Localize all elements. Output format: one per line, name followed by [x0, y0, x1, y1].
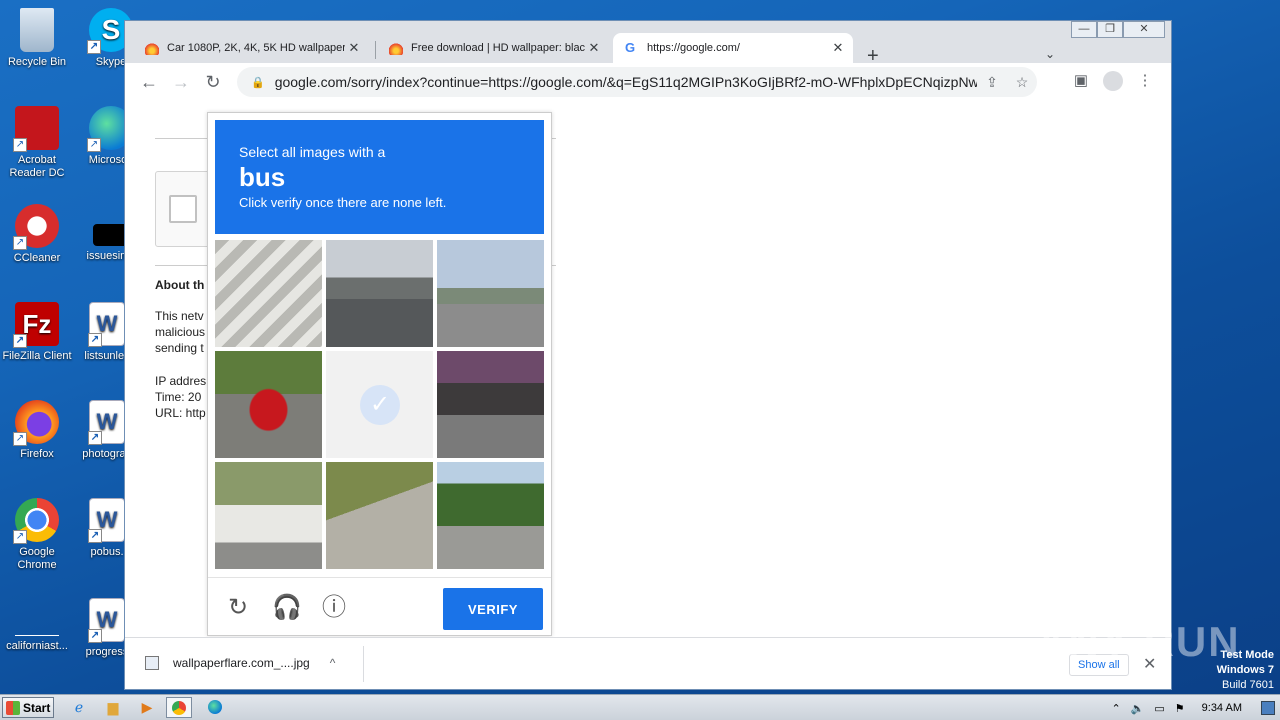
captcha-tile-6[interactable]	[437, 351, 544, 458]
captcha-target: bus	[239, 162, 286, 192]
watermark: ANY RUN	[1036, 618, 1241, 665]
page-info: IP addres Time: 20 URL: http	[155, 374, 207, 420]
recaptcha-checkbox[interactable]	[169, 195, 197, 223]
start-button[interactable]: Start	[2, 697, 54, 718]
tab-free-download[interactable]: Free download | HD wallpaper: black ✕	[377, 33, 609, 63]
captcha-tile-1[interactable]	[215, 240, 322, 347]
desktop-icon-ccleaner[interactable]: ↗ CCleaner	[0, 204, 74, 265]
captcha-challenge: Select all images with a bus Click verif…	[207, 112, 552, 636]
tab-strip: Car 1080P, 2K, 4K, 5K HD wallpaper ✕ Fre…	[125, 31, 1171, 67]
desktop-icon-recycle-bin[interactable]: Recycle Bin	[0, 8, 74, 69]
address-bar[interactable]: 🔒 google.com/sorry/index?continue=https:…	[237, 67, 1037, 97]
browser-toolbar: ← → ↻ 🔒 google.com/sorry/index?continue=…	[125, 63, 1171, 101]
info-icon[interactable]: ⓘ	[320, 594, 348, 622]
close-tab-icon[interactable]: ✕	[345, 40, 363, 56]
download-item[interactable]: wallpaperflare.com_....jpg ^	[145, 656, 335, 670]
forward-button[interactable]: →	[169, 71, 193, 93]
test-mode-notice: Test Mode Windows 7 Build 7601	[1216, 649, 1274, 691]
close-tab-icon[interactable]: ✕	[585, 40, 603, 56]
captcha-tile-5-selected[interactable]: ✓	[326, 351, 433, 458]
system-tray: ⌃ 🔈 ▭ ⚑ 9:34 AM	[1106, 695, 1280, 720]
menu-kebab-icon[interactable]: ⋮	[1133, 71, 1157, 89]
chrome-icon: ↗	[13, 498, 59, 544]
page-paragraph: This netv malicious sending t	[155, 309, 206, 355]
verify-button[interactable]: VERIFY	[443, 588, 543, 630]
taskbar-ie-icon[interactable]: ℯ	[66, 697, 92, 718]
bookmark-star-icon[interactable]: ☆	[1007, 74, 1037, 91]
ccleaner-icon: ↗	[13, 204, 59, 250]
network-icon[interactable]: ▭	[1154, 702, 1164, 715]
chevron-up-icon[interactable]: ^	[330, 656, 336, 670]
word-doc-icon: W ↗	[88, 498, 125, 543]
volume-icon[interactable]: 🔈	[1131, 702, 1145, 715]
about-heading: About th	[155, 278, 205, 292]
share-icon[interactable]: ⇪	[977, 74, 1007, 91]
profile-avatar-icon[interactable]	[1101, 71, 1125, 95]
download-bar: wallpaperflare.com_....jpg ^ Show all ✕	[125, 637, 1171, 689]
word-doc-icon: W ↗	[88, 598, 125, 643]
action-center-flag-icon[interactable]: ⚑	[1175, 702, 1185, 715]
lock-icon: 🔒	[251, 76, 265, 89]
fire-icon	[145, 41, 159, 55]
reload-button[interactable]: ↻	[201, 71, 225, 93]
taskbar-media-player-icon[interactable]: ▶	[134, 697, 160, 718]
captcha-header: Select all images with a bus Click verif…	[215, 120, 544, 234]
taskbar-edge-icon[interactable]	[202, 697, 228, 718]
captcha-tile-9[interactable]	[437, 462, 544, 569]
google-icon: G	[625, 40, 636, 55]
firefox-icon: ↗	[13, 400, 59, 446]
captcha-tile-7[interactable]	[215, 462, 322, 569]
image-file-icon	[145, 656, 159, 670]
taskbar-explorer-icon[interactable]: ▆	[100, 697, 126, 718]
back-button[interactable]: ←	[137, 71, 161, 93]
page-content: About th This netv malicious sending t I…	[125, 101, 1171, 637]
recycle-bin-icon	[20, 8, 54, 52]
captcha-image-grid: ✓	[215, 240, 546, 571]
captcha-tile-3[interactable]	[437, 240, 544, 347]
close-tab-icon[interactable]: ✕	[829, 40, 847, 56]
captcha-tile-8[interactable]	[326, 462, 433, 569]
captcha-tile-4[interactable]	[215, 351, 322, 458]
fire-icon	[389, 41, 403, 55]
reload-challenge-icon[interactable]: ↻	[224, 594, 252, 622]
browser-window: — ❐ ✕ Car 1080P, 2K, 4K, 5K HD wallpaper…	[124, 20, 1172, 690]
desktop-icon-chrome[interactable]: ↗ Google Chrome	[0, 498, 74, 572]
show-desktop-button[interactable]	[1261, 701, 1275, 715]
taskbar-chrome-icon[interactable]	[166, 697, 192, 718]
tab-google[interactable]: G https://google.com/ ✕	[613, 33, 853, 63]
recaptcha-anchor	[155, 171, 215, 247]
desktop-icon-acrobat[interactable]: ↗ Acrobat Reader DC	[0, 106, 74, 180]
word-doc-icon: W ↗	[88, 302, 125, 347]
desktop-icon-californiast[interactable]: californiast...	[0, 600, 74, 653]
clock[interactable]: 9:34 AM	[1202, 702, 1242, 714]
selected-check-icon: ✓	[360, 385, 400, 425]
audio-challenge-icon[interactable]: 🎧	[272, 594, 302, 622]
file-icon	[15, 600, 59, 636]
windows-flag-icon	[6, 700, 20, 715]
tray-expand-icon[interactable]: ⌃	[1111, 702, 1120, 715]
captcha-tile-2[interactable]	[326, 240, 433, 347]
filezilla-icon: Fz ↗	[13, 302, 59, 348]
taskbar: Start ℯ ▆ ▶ ⌃ 🔈 ▭ ⚑ 9:34 AM	[0, 694, 1280, 720]
captcha-footer: ↻ 🎧 ⓘ VERIFY	[208, 577, 551, 637]
side-panel-icon[interactable]: ▣	[1069, 71, 1093, 89]
tab-car-wallpaper[interactable]: Car 1080P, 2K, 4K, 5K HD wallpaper ✕	[133, 33, 369, 63]
desktop-icon-firefox[interactable]: ↗ Firefox	[0, 400, 74, 461]
desktop-icon-filezilla[interactable]: Fz ↗ FileZilla Client	[0, 302, 74, 363]
acrobat-icon: ↗	[13, 106, 59, 152]
tab-search-chevron-icon[interactable]: ⌄	[1045, 47, 1055, 61]
word-doc-icon: W ↗	[88, 400, 125, 445]
